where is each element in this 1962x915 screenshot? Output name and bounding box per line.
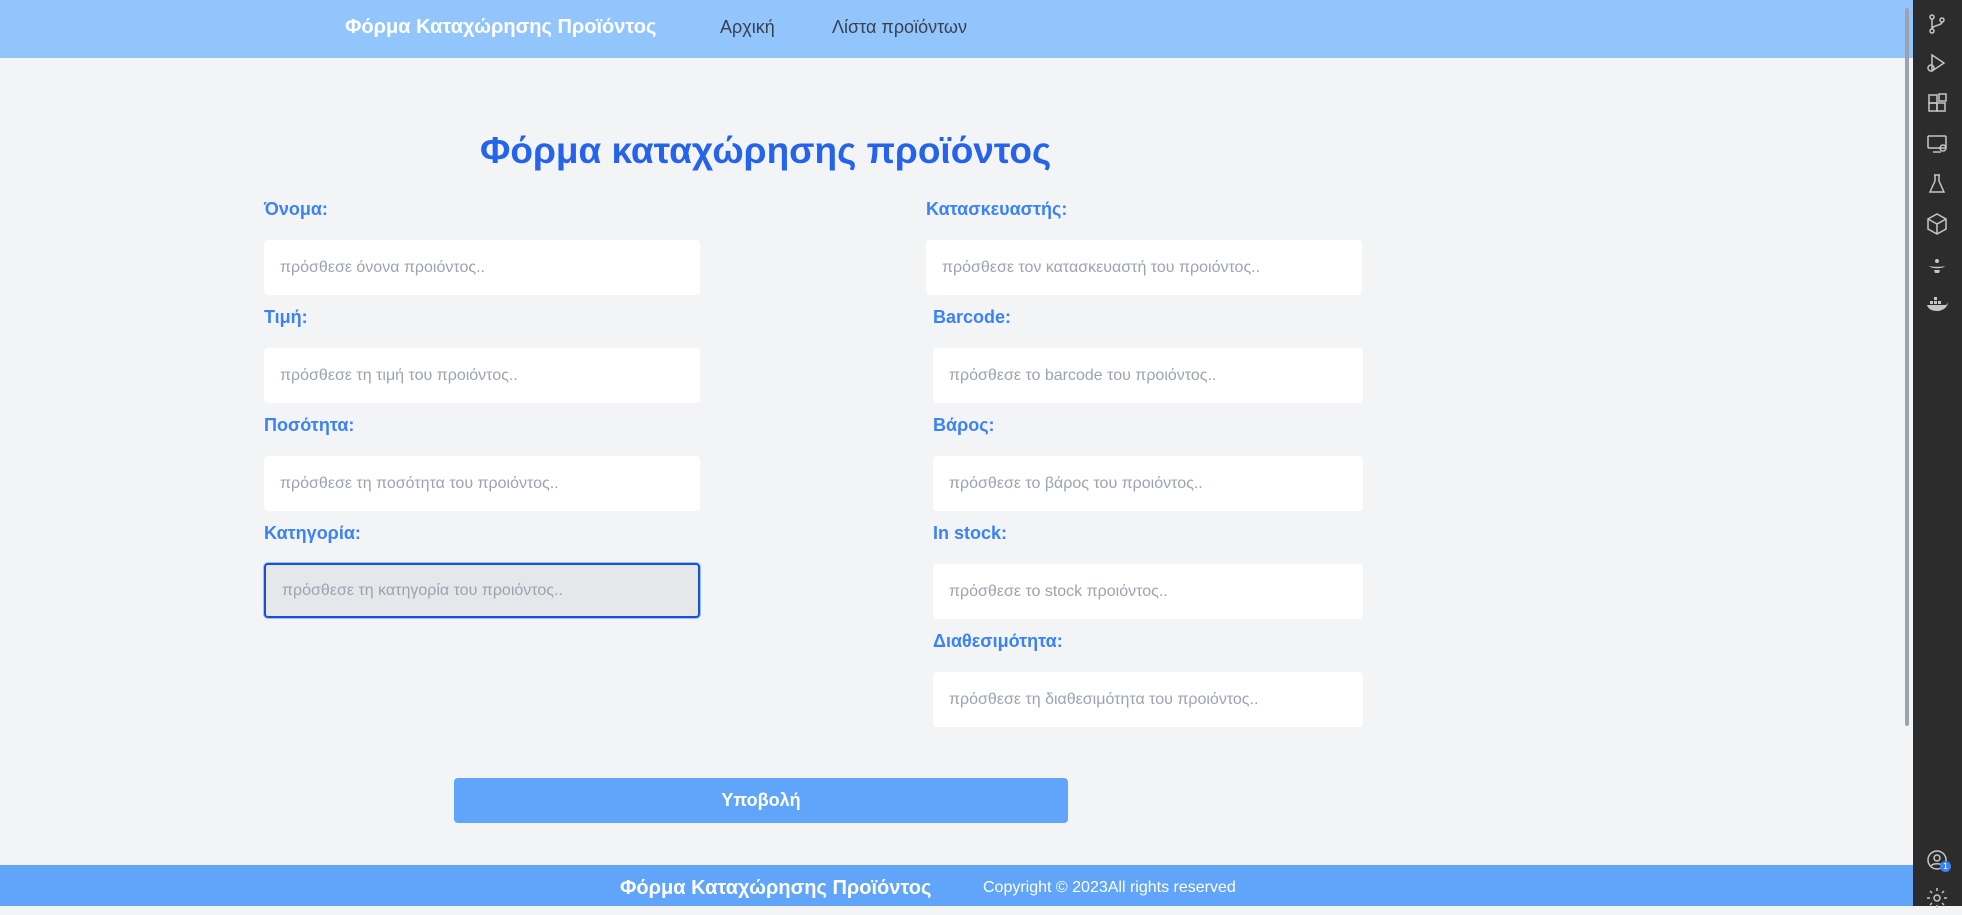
lamp-icon[interactable] xyxy=(1925,252,1949,276)
brand-link[interactable]: Φόρμα Καταχώρησης Προϊόντος xyxy=(345,16,656,39)
manufacturer-label: Κατασκευαστής: xyxy=(926,199,1068,219)
manufacturer-input[interactable] xyxy=(926,240,1362,295)
availability-input[interactable] xyxy=(933,672,1363,727)
top-navbar: Φόρμα Καταχώρησης Προϊόντος Αρχική Λίστα… xyxy=(0,0,1913,58)
footer: Φόρμα Καταχώρησης Προϊόντος Copyright © … xyxy=(0,865,1913,906)
remote-explorer-icon[interactable] xyxy=(1925,132,1949,156)
submit-button[interactable]: Υποβολή xyxy=(454,778,1068,823)
in-stock-input[interactable] xyxy=(933,564,1363,619)
form-title: Φόρμα καταχώρησης προϊόντος xyxy=(480,130,1052,171)
settings-gear-icon[interactable] xyxy=(1925,886,1949,910)
price-input[interactable] xyxy=(264,348,700,403)
category-label: Κατηγορία: xyxy=(264,523,361,543)
testing-icon[interactable] xyxy=(1925,172,1949,196)
weight-label: Βάρος: xyxy=(933,415,995,435)
footer-brand: Φόρμα Καταχώρησης Προϊόντος xyxy=(620,877,932,899)
weight-input[interactable] xyxy=(933,456,1363,511)
availability-label: Διαθεσιμότητα: xyxy=(933,631,1063,651)
activity-bar: 1 xyxy=(1913,0,1962,908)
price-label: Τιμή: xyxy=(264,307,308,327)
barcode-label: Barcode: xyxy=(933,307,1012,327)
vertical-scrollbar[interactable] xyxy=(1905,8,1909,726)
source-control-icon[interactable] xyxy=(1925,12,1949,36)
name-label: Όνομα: xyxy=(264,199,328,219)
footer-copyright: Copyright © 2023All rights reserved xyxy=(983,879,1236,896)
in-stock-label: In stock: xyxy=(933,523,1008,543)
nav-link-home[interactable]: Αρχική xyxy=(720,17,775,38)
barcode-input[interactable] xyxy=(933,348,1363,403)
package-icon[interactable] xyxy=(1925,212,1949,236)
quantity-label: Ποσότητα: xyxy=(264,415,355,435)
name-input[interactable] xyxy=(264,240,700,295)
extensions-icon[interactable] xyxy=(1925,92,1949,116)
account-icon[interactable]: 1 xyxy=(1925,848,1951,872)
account-badge: 1 xyxy=(1940,861,1951,872)
nav-link-product-list[interactable]: Λίστα προϊόντων xyxy=(832,17,967,38)
run-debug-icon[interactable] xyxy=(1925,51,1949,75)
quantity-input[interactable] xyxy=(264,456,700,511)
category-input[interactable] xyxy=(264,563,700,618)
docker-icon[interactable] xyxy=(1925,292,1949,316)
